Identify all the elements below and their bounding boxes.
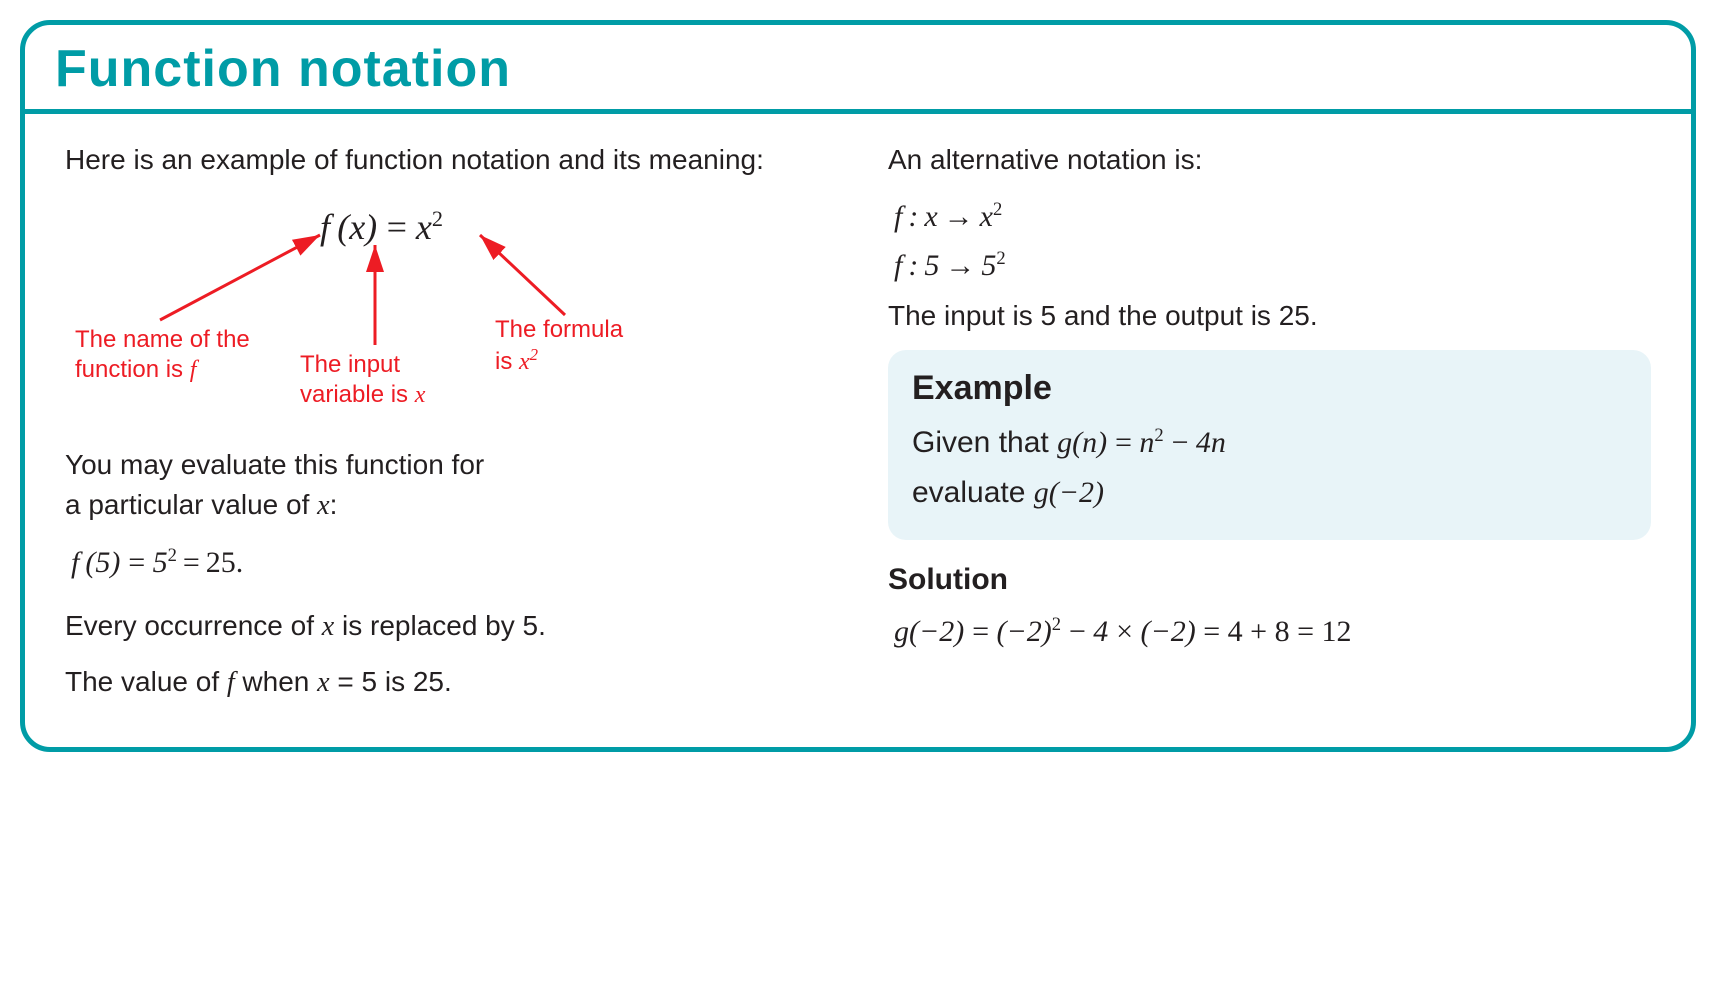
example-header: Example: [912, 364, 1627, 413]
left-column: Here is an example of function notation …: [65, 132, 828, 717]
replace-text: Every occurrence of x is replaced by 5.: [65, 606, 828, 648]
annotation-formula: The formula is x2: [495, 315, 623, 377]
alt-line1: f : x → x2: [894, 195, 1651, 239]
solution-line: g(−2) = (−2)2 − 4 × (−2) = 4 + 8 = 12: [894, 610, 1651, 654]
ex-given-exp: 2: [1154, 425, 1163, 446]
ann-formula-l2b: x: [519, 349, 530, 375]
alt-line2: f : 5 → 52: [894, 244, 1651, 288]
solution-header: Solution: [888, 558, 1651, 602]
card-title: Function notation: [55, 39, 1661, 99]
function-notation-card: Function notation Here is an example of …: [20, 20, 1696, 752]
annotation-function-name: The name of the function is f: [75, 325, 250, 385]
alt-line1-a: f : x → x: [894, 200, 993, 233]
value-text: The value of f when x = 5 is 25.: [65, 662, 828, 704]
example-evaluate: evaluate g(−2): [912, 471, 1627, 515]
alt-line2-exp: 2: [996, 248, 1005, 269]
ann-name-l2b: f: [190, 357, 197, 383]
eval-eq-exp: 2: [168, 545, 177, 566]
example-box: Example Given that g(n) = n2 − 4n evalua…: [888, 350, 1651, 540]
ann-input-l1: The input: [300, 351, 400, 378]
arrow-overlay: [65, 195, 825, 425]
eval-eq-b: = 25.: [177, 546, 243, 579]
eval-eq-a: f (5) = 5: [71, 546, 168, 579]
value-it2: x: [317, 667, 329, 698]
eval-intro-l1: You may evaluate this function for: [65, 449, 484, 480]
ann-formula-l1: The formula: [495, 316, 623, 343]
ann-name-l2a: function is: [75, 356, 190, 383]
replace-b: is replaced by 5.: [334, 610, 546, 641]
value-it1: f: [227, 667, 235, 698]
sol-c: = 4 + 8 = 12: [1196, 615, 1352, 648]
sol-b: − 4 × (−2): [1061, 615, 1196, 648]
annotation-input-variable: The input variable is x: [300, 350, 425, 410]
ex-given-c: − 4n: [1164, 426, 1226, 459]
example-given: Given that g(n) = n2 − 4n: [912, 421, 1627, 465]
value-b: when: [235, 666, 318, 697]
sol-exp: 2: [1052, 614, 1061, 635]
ann-formula-l2a: is: [495, 348, 519, 375]
value-a: The value of: [65, 666, 227, 697]
replace-it: x: [322, 611, 334, 642]
ex-given-a: Given that: [912, 426, 1057, 459]
ex-given-b: g(n) = n: [1057, 426, 1154, 459]
ex-eval-b: g(−2): [1034, 476, 1104, 509]
intro-text: Here is an example of function notation …: [65, 140, 828, 181]
ann-input-l2b: x: [415, 382, 426, 408]
content-area: Here is an example of function notation …: [25, 114, 1691, 747]
alt-output-text: The input is 5 and the output is 25.: [888, 296, 1651, 337]
title-bar: Function notation: [25, 25, 1691, 114]
sol-a: g(−2) = (−2): [894, 615, 1052, 648]
alt-line2-a: f : 5 → 5: [894, 249, 996, 282]
ann-input-l2a: variable is: [300, 381, 415, 408]
eval-intro: You may evaluate this function for a par…: [65, 445, 828, 527]
ann-name-l1: The name of the: [75, 326, 250, 353]
eval-intro-l2a: a particular value of: [65, 489, 317, 520]
ex-eval-a: evaluate: [912, 476, 1034, 509]
annotated-formula-diagram: f (x) = x2 The name of the function is f: [65, 195, 828, 425]
eval-intro-l2b: x: [317, 490, 329, 521]
eval-equation: f (5) = 52 = 25.: [71, 541, 828, 585]
replace-a: Every occurrence of: [65, 610, 322, 641]
ann-formula-l2-exp: 2: [530, 345, 538, 364]
eval-intro-l2c: :: [330, 489, 338, 520]
right-column: An alternative notation is: f : x → x2 f…: [888, 132, 1651, 717]
value-c: = 5 is 25.: [330, 666, 452, 697]
alt-line1-exp: 2: [993, 199, 1002, 220]
alt-intro: An alternative notation is:: [888, 140, 1651, 181]
